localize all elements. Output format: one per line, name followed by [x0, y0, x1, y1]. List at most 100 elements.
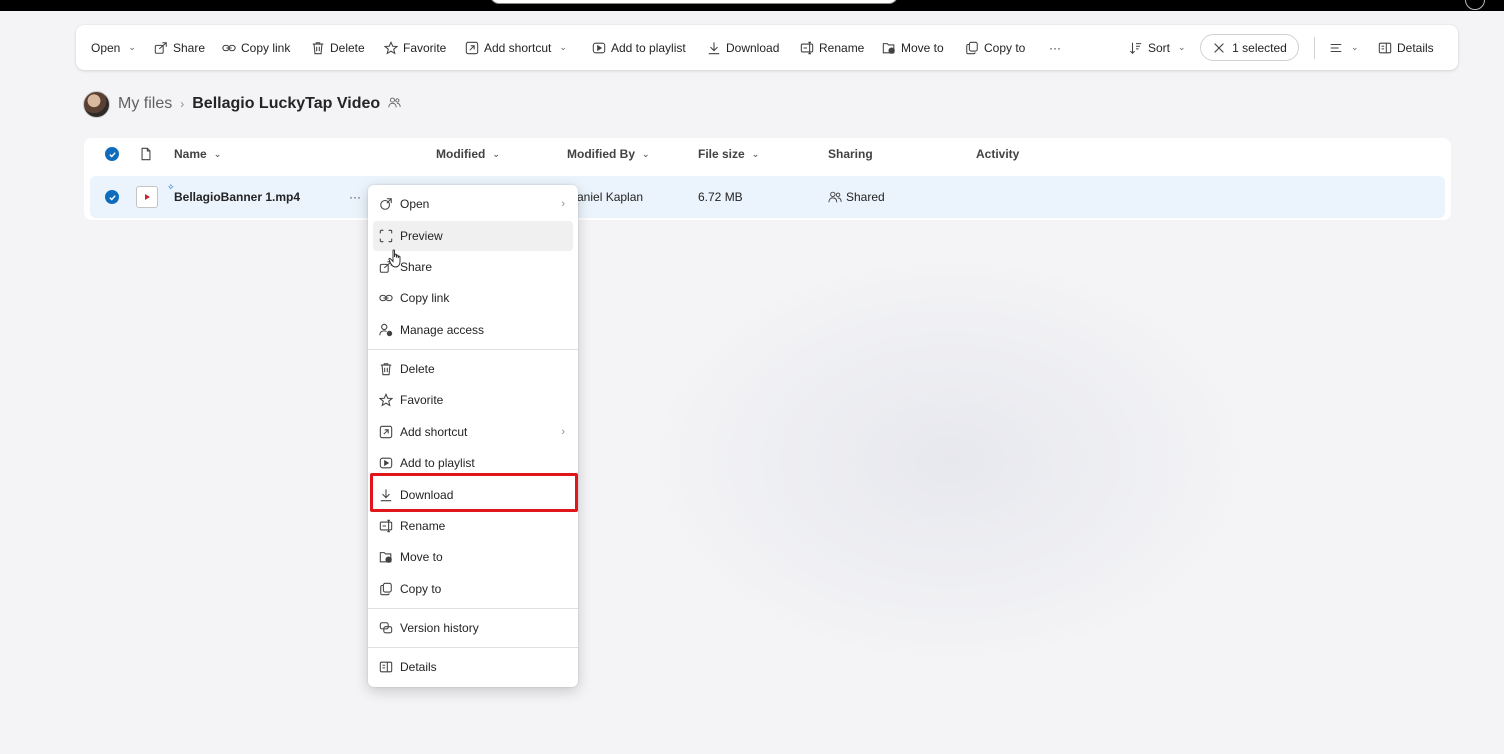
- breadcrumb-current-folder: Bellagio LuckyTap Video: [192, 95, 381, 112]
- favorite-button[interactable]: Favorite: [384, 25, 446, 70]
- details-button[interactable]: Details: [1378, 25, 1434, 70]
- view-options-button[interactable]: ⌄: [1329, 25, 1359, 70]
- delete-button[interactable]: Delete: [311, 25, 365, 70]
- add-shortcut-label: Add shortcut: [484, 40, 552, 55]
- file-type-header[interactable]: [139, 138, 153, 170]
- sort-label: Sort: [1148, 40, 1171, 55]
- version-history-icon: [379, 621, 393, 635]
- account-circle[interactable]: [1465, 0, 1485, 10]
- menu-item-copy-to[interactable]: Copy to: [373, 574, 573, 604]
- menu-item-details[interactable]: Details: [373, 652, 573, 682]
- copy-icon: [379, 582, 393, 596]
- copy-icon: [965, 41, 979, 55]
- menu-item-label: Copy link: [400, 291, 450, 305]
- menu-item-label: Delete: [400, 362, 435, 376]
- menu-item-preview[interactable]: Preview: [373, 221, 573, 251]
- column-modified-by[interactable]: Modified By ⌄: [567, 138, 650, 170]
- rename-icon: [379, 519, 393, 533]
- menu-item-label: Rename: [400, 519, 446, 533]
- file-name[interactable]: BellagioBanner 1.mp4: [174, 176, 300, 218]
- file-type-cell: [136, 176, 158, 218]
- video-file-icon: [136, 186, 158, 208]
- column-modified-label: Modified: [436, 147, 486, 161]
- details-icon: [379, 660, 393, 674]
- chevron-down-icon: ⌄: [213, 148, 222, 159]
- move-to-label: Move to: [901, 40, 944, 55]
- menu-item-label: Version history: [400, 621, 479, 635]
- menu-item-label: Favorite: [400, 393, 444, 407]
- chevron-down-icon: ⌄: [128, 42, 136, 52]
- top-bar: [0, 0, 1504, 11]
- menu-item-move-to[interactable]: Move to: [373, 542, 573, 572]
- breadcrumb: My files › Bellagio LuckyTap Video: [83, 90, 401, 118]
- row-checkbox[interactable]: [105, 176, 119, 218]
- file-size-cell: 6.72 MB: [698, 190, 743, 204]
- menu-item-open[interactable]: Open ›: [373, 189, 573, 219]
- open-label: Open: [91, 40, 121, 55]
- column-modified-by-label: Modified By: [567, 147, 635, 161]
- copy-to-button[interactable]: Copy to: [965, 25, 1025, 70]
- menu-item-label: Move to: [400, 550, 443, 564]
- copy-link-button[interactable]: Copy link: [222, 25, 290, 70]
- avatar[interactable]: [83, 90, 110, 118]
- rename-button[interactable]: Rename: [800, 25, 864, 70]
- clear-selection-button[interactable]: 1 selected: [1200, 34, 1299, 61]
- menu-item-rename[interactable]: Rename: [373, 511, 573, 541]
- menu-divider: [368, 647, 578, 648]
- menu-item-add-shortcut[interactable]: Add shortcut ›: [373, 417, 573, 447]
- sort-button[interactable]: Sort ⌄: [1129, 25, 1186, 70]
- column-modified[interactable]: Modified ⌄: [436, 138, 500, 170]
- share-button[interactable]: Share: [154, 25, 205, 70]
- download-button[interactable]: Download: [707, 25, 779, 70]
- menu-item-favorite[interactable]: Favorite: [373, 385, 573, 415]
- shortcut-icon: [379, 425, 393, 439]
- menu-item-label: Details: [400, 660, 437, 674]
- command-toolbar: Open ⌄ Share Copy link Delete Favorite A…: [76, 25, 1458, 70]
- menu-item-version-history[interactable]: Version history: [373, 613, 573, 643]
- rename-label: Rename: [819, 40, 865, 55]
- chevron-down-icon: ⌄: [492, 148, 500, 159]
- details-icon: [1378, 41, 1392, 55]
- menu-divider: [368, 349, 578, 350]
- column-file-size[interactable]: File size ⌄: [698, 138, 759, 170]
- menu-divider: [368, 608, 578, 609]
- menu-item-label: Copy to: [400, 582, 442, 596]
- select-all-checkbox[interactable]: [105, 138, 119, 170]
- chevron-down-icon: ⌄: [751, 148, 760, 159]
- menu-item-label: Preview: [400, 229, 443, 243]
- move-to-button[interactable]: Move to: [882, 25, 944, 70]
- delete-label: Delete: [330, 40, 365, 55]
- checkmark-icon: [105, 190, 119, 204]
- more-actions-button[interactable]: ···: [1049, 25, 1061, 70]
- menu-item-label: Add to playlist: [400, 456, 475, 470]
- column-activity[interactable]: Activity: [976, 138, 1019, 170]
- chevron-down-icon: ⌄: [1351, 42, 1359, 52]
- row-more-button[interactable]: ···: [349, 176, 361, 218]
- column-sharing[interactable]: Sharing: [828, 138, 873, 170]
- menu-item-manage-access[interactable]: Manage access: [373, 315, 573, 345]
- column-name[interactable]: Name ⌄: [174, 138, 221, 170]
- open-button[interactable]: Open ⌄: [91, 25, 136, 70]
- top-search-box[interactable]: [490, 0, 898, 4]
- modified-by-cell: aniel Kaplan: [577, 190, 644, 204]
- menu-item-label: Share: [400, 260, 433, 274]
- favorite-label: Favorite: [403, 40, 447, 55]
- list-header: Name ⌄ Modified ⌄ Modified By ⌄ File siz…: [84, 138, 1451, 170]
- document-icon: [139, 147, 153, 161]
- add-shortcut-button[interactable]: Add shortcut ⌄: [465, 25, 567, 70]
- manage-access-icon: [379, 323, 393, 337]
- add-to-playlist-label: Add to playlist: [611, 40, 686, 55]
- table-row[interactable]: ✧ BellagioBanner 1.mp4 ··· aniel Kaplan …: [90, 176, 1445, 218]
- download-label: Download: [726, 40, 780, 55]
- column-activity-label: Activity: [976, 147, 1020, 161]
- more-icon: ···: [1049, 40, 1061, 55]
- hand-cursor-icon: [388, 249, 401, 268]
- open-icon: [379, 197, 393, 211]
- playlist-icon: [379, 456, 393, 470]
- trash-icon: [311, 41, 325, 55]
- menu-item-copy-link[interactable]: Copy link: [373, 283, 573, 313]
- sharing-cell[interactable]: Shared: [828, 176, 885, 218]
- breadcrumb-my-files[interactable]: My files: [118, 95, 172, 113]
- menu-item-delete[interactable]: Delete: [373, 354, 573, 384]
- add-to-playlist-button[interactable]: Add to playlist: [592, 25, 686, 70]
